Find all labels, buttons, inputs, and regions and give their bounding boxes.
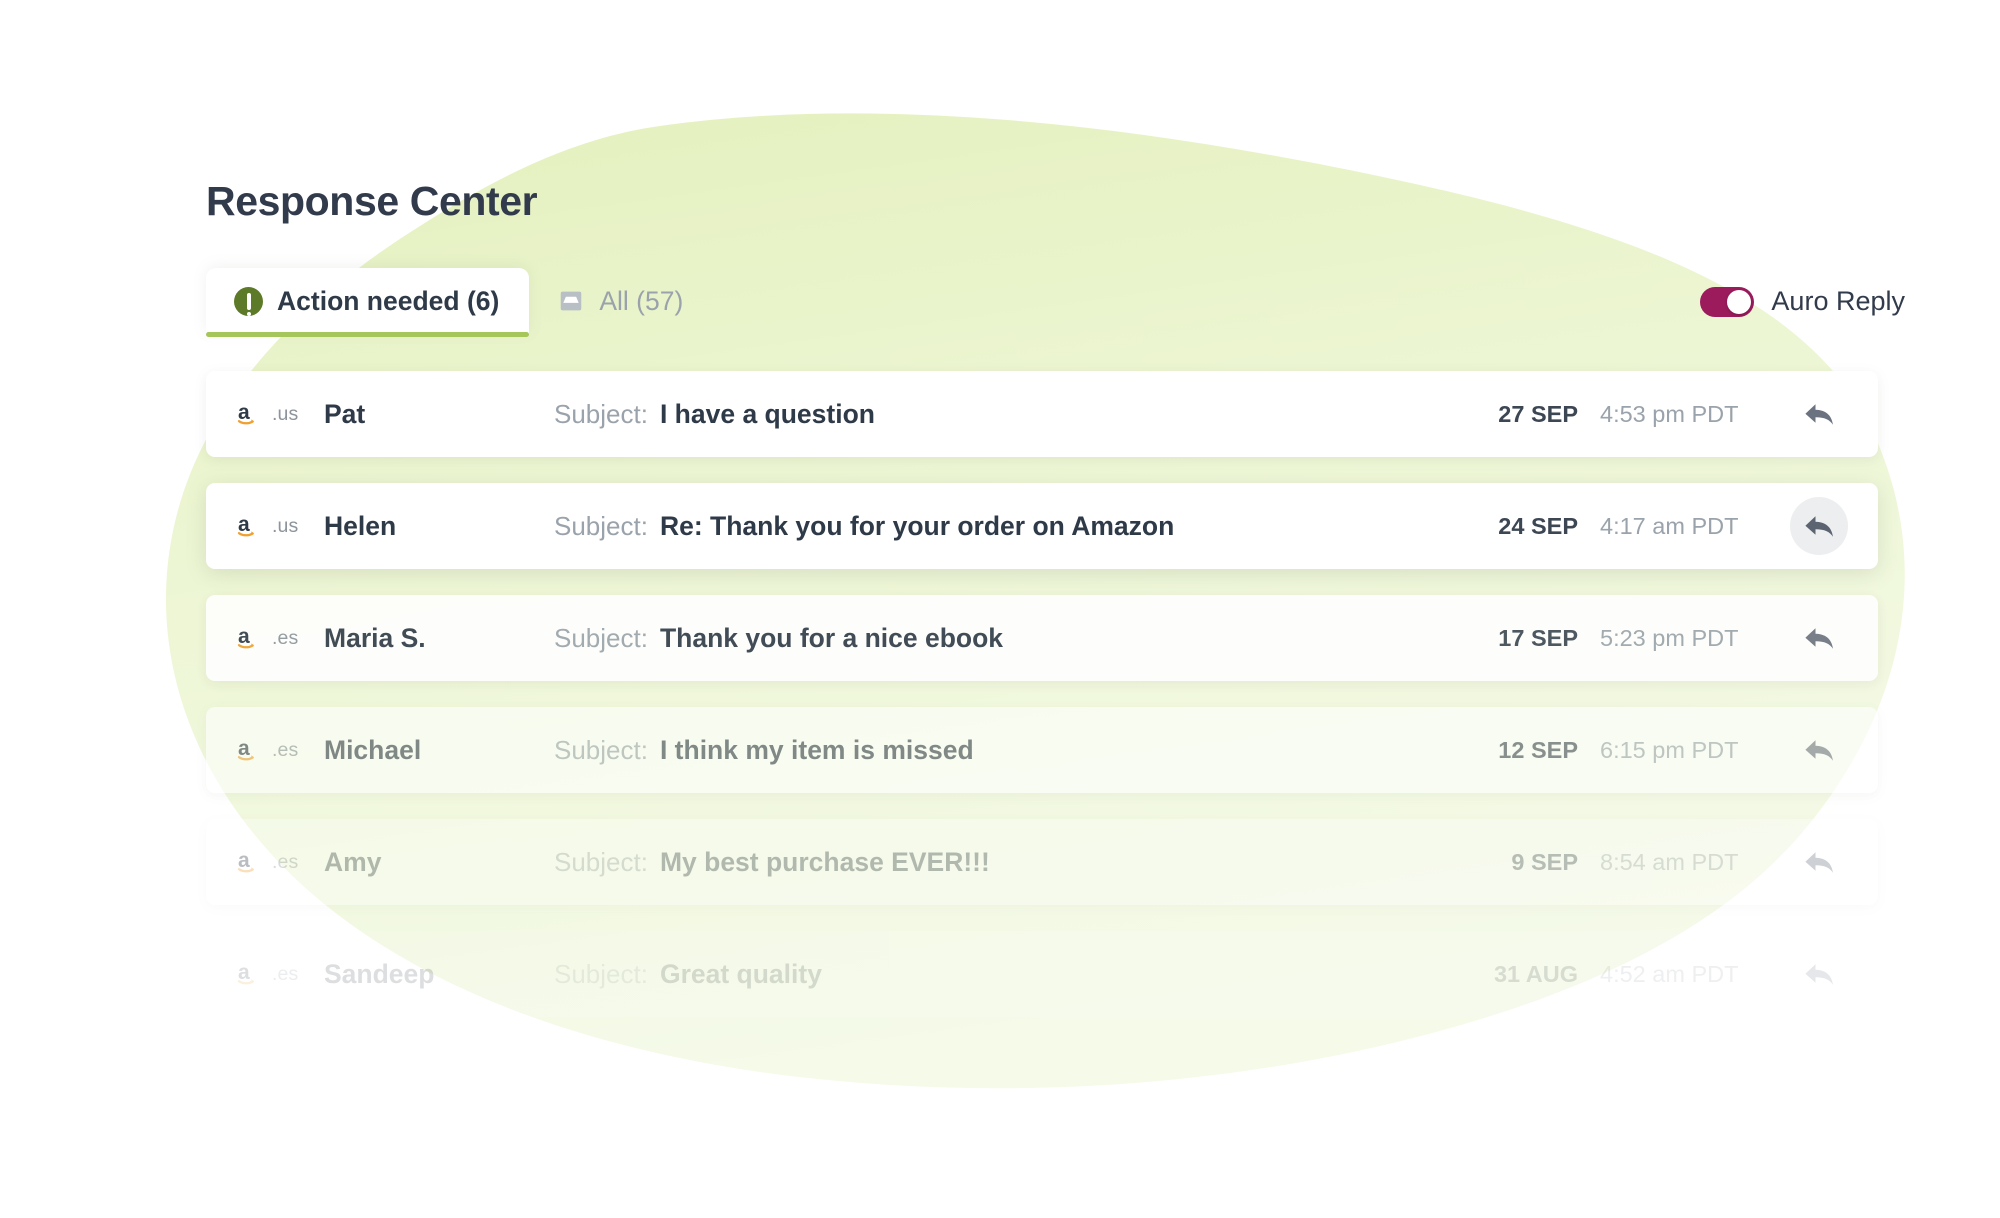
sender-name: Helen xyxy=(324,511,554,542)
message-list: a .us Pat Subject: I have a question 27 … xyxy=(206,371,1878,1043)
subject-cell: Subject: Re: Thank you for your order on… xyxy=(554,511,1462,542)
sender-name: Maria S. xyxy=(324,623,554,654)
tab-bar: Action needed (6) All (57) xyxy=(206,268,713,334)
alert-circle-icon xyxy=(234,287,263,316)
reply-arrow-icon xyxy=(1803,848,1836,877)
subject-cell: Subject: My best purchase EVER!!! xyxy=(554,847,1462,878)
tab-action-needed[interactable]: Action needed (6) xyxy=(206,268,529,334)
auro-reply-toggle[interactable] xyxy=(1700,287,1754,317)
subject-label: Subject: xyxy=(554,735,648,766)
subject-text: My best purchase EVER!!! xyxy=(660,847,990,878)
reply-arrow-icon xyxy=(1803,512,1836,541)
marketplace-tld: .es xyxy=(272,627,298,650)
reply-button[interactable] xyxy=(1790,945,1848,1003)
amazon-logo-icon: a xyxy=(237,737,267,763)
marketplace-cell: a .es xyxy=(206,849,324,875)
message-date: 12 SEP xyxy=(1462,737,1578,764)
table-row[interactable]: a .us Pat Subject: I have a question 27 … xyxy=(206,371,1878,457)
message-date: 24 SEP xyxy=(1462,513,1578,540)
subject-label: Subject: xyxy=(554,623,648,654)
subject-label: Subject: xyxy=(554,399,648,430)
reply-button[interactable] xyxy=(1790,609,1848,667)
sender-name: Michael xyxy=(324,735,554,766)
marketplace-tld: .us xyxy=(272,515,298,538)
sender-name: Sandeep xyxy=(324,959,554,990)
tab-all[interactable]: All (57) xyxy=(529,268,713,334)
subject-text: I think my item is missed xyxy=(660,735,974,766)
message-time: 4:17 am PDT xyxy=(1578,513,1760,540)
subject-label: Subject: xyxy=(554,847,648,878)
marketplace-cell: a .es xyxy=(206,737,324,763)
action-cell xyxy=(1760,609,1878,667)
subject-cell: Subject: I have a question xyxy=(554,399,1462,430)
auro-reply-label: Auro Reply xyxy=(1771,286,1905,317)
action-cell xyxy=(1760,833,1878,891)
table-row[interactable]: a .es Michael Subject: I think my item i… xyxy=(206,707,1878,793)
action-cell xyxy=(1760,945,1878,1003)
message-date: 27 SEP xyxy=(1462,401,1578,428)
message-date: 31 AUG xyxy=(1462,961,1578,988)
toggle-knob xyxy=(1727,290,1751,314)
subject-label: Subject: xyxy=(554,511,648,542)
action-cell xyxy=(1760,721,1878,779)
table-row[interactable]: a .us Helen Subject: Re: Thank you for y… xyxy=(206,483,1878,569)
message-time: 6:15 pm PDT xyxy=(1578,737,1760,764)
table-row[interactable]: a .es Sandeep Subject: Great quality 31 … xyxy=(206,931,1878,1017)
inbox-icon xyxy=(557,287,585,315)
reply-button[interactable] xyxy=(1790,385,1848,443)
marketplace-tld: .us xyxy=(272,403,298,426)
subject-text: I have a question xyxy=(660,399,875,430)
message-time: 5:23 pm PDT xyxy=(1578,625,1760,652)
message-time: 4:53 pm PDT xyxy=(1578,401,1760,428)
marketplace-tld: .es xyxy=(272,851,298,874)
tab-action-needed-label: Action needed (6) xyxy=(277,286,499,317)
sender-name: Pat xyxy=(324,399,554,430)
page-title: Response Center xyxy=(206,178,537,225)
amazon-logo-icon: a xyxy=(237,961,267,987)
marketplace-cell: a .us xyxy=(206,513,324,539)
reply-button[interactable] xyxy=(1790,721,1848,779)
reply-arrow-icon xyxy=(1803,960,1836,989)
reply-button[interactable] xyxy=(1790,497,1848,555)
marketplace-cell: a .us xyxy=(206,401,324,427)
auro-reply-control: Auro Reply xyxy=(1700,286,1905,317)
marketplace-cell: a .es xyxy=(206,961,324,987)
message-date: 17 SEP xyxy=(1462,625,1578,652)
amazon-logo-icon: a xyxy=(237,401,267,427)
subject-text: Thank you for a nice ebook xyxy=(660,623,1003,654)
reply-arrow-icon xyxy=(1803,736,1836,765)
marketplace-tld: .es xyxy=(272,739,298,762)
reply-arrow-icon xyxy=(1803,624,1836,653)
subject-cell: Subject: Thank you for a nice ebook xyxy=(554,623,1462,654)
table-row[interactable]: a .es Maria S. Subject: Thank you for a … xyxy=(206,595,1878,681)
tab-all-label: All (57) xyxy=(599,286,683,317)
marketplace-tld: .es xyxy=(272,963,298,986)
reply-arrow-icon xyxy=(1803,400,1836,429)
amazon-logo-icon: a xyxy=(237,625,267,651)
message-time: 8:54 am PDT xyxy=(1578,849,1760,876)
sender-name: Amy xyxy=(324,847,554,878)
marketplace-cell: a .es xyxy=(206,625,324,651)
amazon-logo-icon: a xyxy=(237,849,267,875)
subject-text: Re: Thank you for your order on Amazon xyxy=(660,511,1174,542)
message-time: 4:52 am PDT xyxy=(1578,961,1760,988)
subject-text: Great quality xyxy=(660,959,822,990)
message-date: 9 SEP xyxy=(1462,849,1578,876)
reply-button[interactable] xyxy=(1790,833,1848,891)
response-center-screen: Response Center Action needed (6) All (5… xyxy=(0,0,2000,1218)
table-row[interactable]: a .es Amy Subject: My best purchase EVER… xyxy=(206,819,1878,905)
amazon-logo-icon: a xyxy=(237,513,267,539)
action-cell xyxy=(1760,385,1878,443)
subject-label: Subject: xyxy=(554,959,648,990)
action-cell xyxy=(1760,497,1878,555)
subject-cell: Subject: Great quality xyxy=(554,959,1462,990)
subject-cell: Subject: I think my item is missed xyxy=(554,735,1462,766)
